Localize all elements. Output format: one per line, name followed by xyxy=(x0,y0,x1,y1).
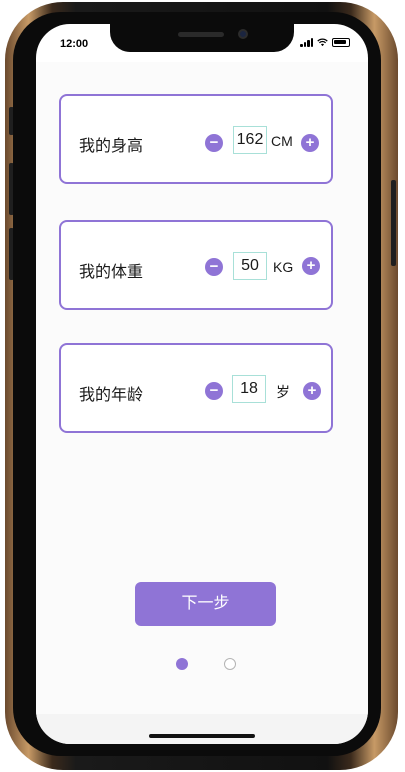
next-step-button[interactable]: 下一步 xyxy=(135,582,276,626)
power-button xyxy=(391,180,396,266)
weight-input[interactable]: 50 xyxy=(233,252,267,280)
weight-plus-button[interactable]: + xyxy=(302,257,320,275)
plus-icon: + xyxy=(306,257,316,274)
age-card: 我的年龄 − 18 岁 + xyxy=(59,343,333,433)
age-input[interactable]: 18 xyxy=(232,375,266,403)
height-minus-button[interactable]: − xyxy=(205,134,223,152)
minus-icon: − xyxy=(209,382,219,399)
age-label: 我的年龄 xyxy=(79,387,144,404)
speaker xyxy=(178,32,224,37)
wifi-icon xyxy=(317,38,328,47)
weight-minus-button[interactable]: − xyxy=(205,258,223,276)
bottom-safe-area xyxy=(36,714,368,744)
minus-icon: − xyxy=(209,134,219,151)
pager-dot-inactive[interactable] xyxy=(224,658,236,670)
height-input[interactable]: 162 xyxy=(233,126,267,154)
height-label: 我的身高 xyxy=(79,138,144,155)
camera-icon xyxy=(238,29,248,39)
minus-icon: − xyxy=(209,258,219,275)
screen: 12:00 我的身高 − 162 CM + 我的体重 − 50 KG + 我的年… xyxy=(36,24,368,744)
plus-icon: + xyxy=(305,134,315,151)
weight-label: 我的体重 xyxy=(79,264,144,281)
weight-card: 我的体重 − 50 KG + xyxy=(59,220,333,310)
signal-icon xyxy=(300,38,313,47)
status-icons xyxy=(300,38,350,47)
pager-dot-active[interactable] xyxy=(176,658,188,670)
status-time: 12:00 xyxy=(60,38,89,50)
height-unit: CM xyxy=(271,133,293,149)
age-plus-button[interactable]: + xyxy=(303,382,321,400)
weight-unit: KG xyxy=(273,259,294,275)
plus-icon: + xyxy=(307,382,317,399)
age-minus-button[interactable]: − xyxy=(205,382,223,400)
height-plus-button[interactable]: + xyxy=(301,134,319,152)
battery-icon xyxy=(332,38,350,47)
height-card: 我的身高 − 162 CM + xyxy=(59,94,333,184)
age-unit: 岁 xyxy=(276,384,290,400)
home-indicator[interactable] xyxy=(149,734,255,738)
notch xyxy=(110,24,294,52)
